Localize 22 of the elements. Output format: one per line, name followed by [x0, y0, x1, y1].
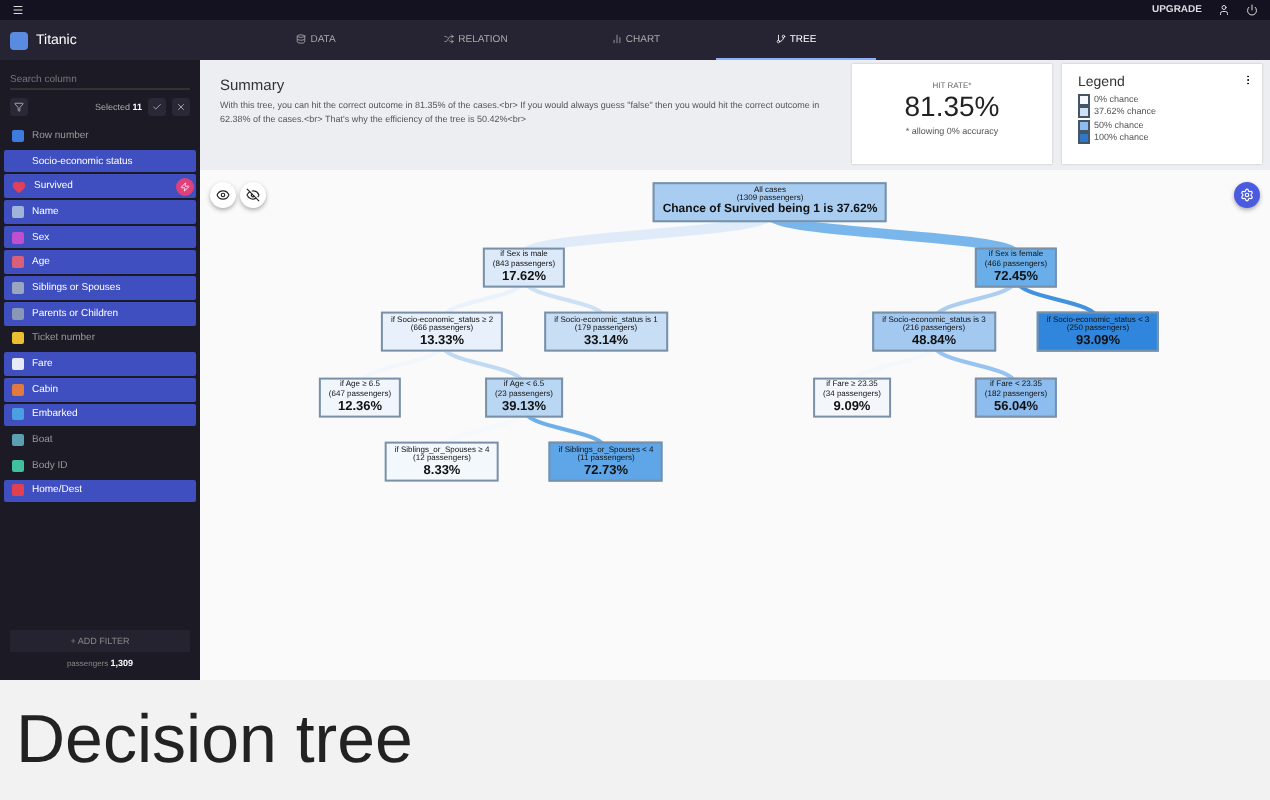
check-icon [152, 102, 162, 112]
menu-icon[interactable] [12, 4, 24, 16]
check-button[interactable] [148, 98, 166, 116]
filter-icon [14, 102, 24, 112]
caption: Decision tree [16, 701, 413, 779]
settings-icon [1240, 188, 1254, 202]
lightning-icon [180, 181, 190, 192]
hit-rate-value: 81.35% [904, 90, 1000, 122]
hide-button[interactable] [240, 182, 266, 208]
tab-icon [444, 34, 455, 44]
filter-button[interactable] [10, 98, 28, 116]
tab-icon [296, 34, 307, 44]
dataset-icon [10, 31, 28, 49]
eye-off-icon [246, 188, 260, 202]
close-button[interactable] [172, 98, 190, 116]
tab-icon [775, 34, 786, 44]
user-icon[interactable] [1218, 4, 1230, 16]
power-icon[interactable] [1246, 4, 1258, 16]
tab-icon [611, 34, 622, 44]
show-button[interactable] [210, 182, 236, 208]
eye-icon [216, 188, 230, 202]
settings-button[interactable] [1234, 182, 1260, 208]
